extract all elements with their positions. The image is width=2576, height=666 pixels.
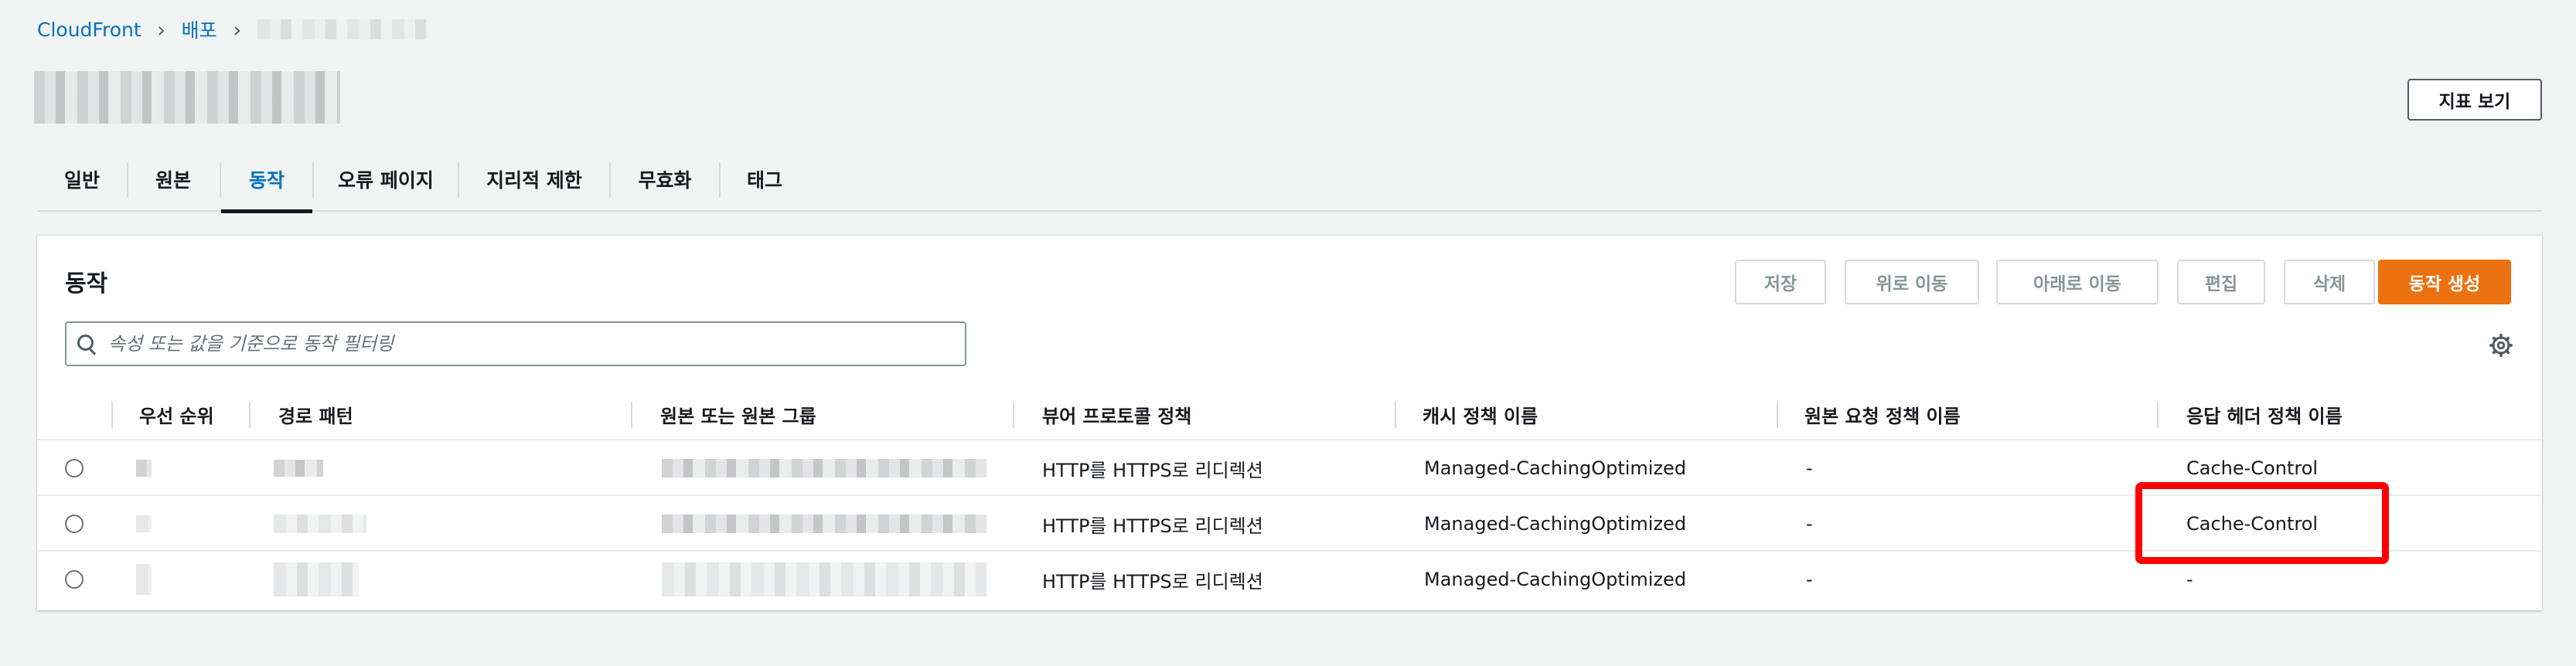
- viewer-protocol-cell: HTTP를 HTTPS로 리디렉션: [1042, 570, 1263, 593]
- table-row[interactable]: HTTP를 HTTPS로 리디렉션 Managed-CachingOptimiz…: [37, 552, 2542, 607]
- origin-cell-redacted: [662, 552, 986, 607]
- row-select-radio[interactable]: [65, 552, 83, 607]
- save-button[interactable]: 저장: [1735, 260, 1826, 304]
- column-divider: [249, 402, 250, 428]
- search-icon: [77, 335, 96, 353]
- breadcrumb-distributions-link[interactable]: 배포: [182, 15, 217, 43]
- cache-policy-cell: Managed-CachingOptimized: [1424, 513, 1687, 535]
- move-down-button[interactable]: 아래로 이동: [1996, 260, 2159, 304]
- column-header-priority[interactable]: 우선 순위: [139, 388, 214, 440]
- column-header-cache-policy[interactable]: 캐시 정책 이름: [1423, 388, 1538, 440]
- path-pattern-cell-redacted: [274, 552, 359, 607]
- breadcrumb-cloudfront-link[interactable]: CloudFront: [37, 19, 141, 41]
- response-headers-policy-cell: -: [2186, 569, 2193, 590]
- viewer-protocol-cell: HTTP를 HTTPS로 리디렉션: [1042, 459, 1263, 481]
- priority-cell-redacted: [136, 496, 152, 552]
- cache-policy-cell: Managed-CachingOptimized: [1424, 569, 1687, 590]
- column-header-response-headers-policy[interactable]: 응답 헤더 정책 이름: [2186, 388, 2343, 440]
- column-divider: [111, 402, 113, 428]
- column-divider: [1777, 402, 1778, 428]
- tab-behaviors[interactable]: 동작: [221, 147, 312, 213]
- column-header-origin-request-policy[interactable]: 원본 요청 정책 이름: [1804, 388, 1961, 440]
- tab-general[interactable]: 일반: [37, 147, 127, 212]
- path-pattern-cell-redacted: [274, 440, 323, 496]
- tab-geo-restrictions[interactable]: 지리적 제한: [459, 147, 609, 212]
- table-row[interactable]: HTTP를 HTTPS로 리디렉션 Managed-CachingOptimiz…: [37, 496, 2542, 552]
- origin-request-policy-cell: -: [1806, 569, 1813, 590]
- column-divider: [631, 402, 632, 428]
- cache-policy-cell: Managed-CachingOptimized: [1424, 457, 1687, 479]
- view-metrics-button[interactable]: 지표 보기: [2407, 79, 2542, 121]
- tab-tags[interactable]: 태그: [721, 147, 809, 212]
- settings-gear-icon[interactable]: [2489, 334, 2513, 357]
- response-headers-policy-cell: Cache-Control: [2186, 457, 2319, 479]
- origin-request-policy-cell: -: [1806, 457, 1813, 479]
- behavior-filter-input[interactable]: [108, 333, 943, 355]
- chevron-right-icon: ›: [233, 16, 242, 42]
- column-divider: [1013, 402, 1014, 428]
- origin-request-policy-cell: -: [1806, 513, 1813, 535]
- path-pattern-cell-redacted: [274, 496, 366, 552]
- breadcrumb-distribution-id-redacted: [257, 19, 428, 39]
- delete-button[interactable]: 삭제: [2284, 260, 2375, 304]
- origin-cell-redacted: [662, 440, 986, 496]
- behavior-filter: [65, 321, 966, 366]
- column-header-path-pattern[interactable]: 경로 패턴: [278, 388, 353, 440]
- panel-title: 동작: [65, 270, 108, 297]
- priority-cell-redacted: [136, 552, 152, 607]
- column-divider: [1395, 402, 1396, 428]
- column-divider: [2157, 402, 2159, 428]
- tab-origins[interactable]: 원본: [128, 147, 218, 212]
- tab-invalidations[interactable]: 무효화: [611, 147, 719, 212]
- row-select-radio[interactable]: [65, 440, 83, 496]
- create-behavior-button[interactable]: 동작 생성: [2378, 260, 2511, 304]
- response-headers-policy-cell: Cache-Control: [2186, 513, 2319, 535]
- page-title-redacted: [34, 71, 340, 124]
- behaviors-panel: 동작 저장 위로 이동 아래로 이동 편집 삭제 동작 생성 우선 순위 경로 …: [37, 235, 2542, 610]
- table-row[interactable]: HTTP를 HTTPS로 리디렉션 Managed-CachingOptimiz…: [37, 440, 2542, 496]
- tab-error-pages[interactable]: 오류 페이지: [314, 147, 458, 212]
- viewer-protocol-cell: HTTP를 HTTPS로 리디렉션: [1042, 515, 1263, 537]
- priority-cell-redacted: [136, 440, 152, 496]
- tab-bar: 일반 원본 동작 오류 페이지 지리적 제한 무효화 태그: [37, 147, 2542, 213]
- move-up-button[interactable]: 위로 이동: [1845, 260, 1979, 304]
- breadcrumb: CloudFront › 배포 ›: [37, 15, 428, 43]
- row-select-radio[interactable]: [65, 496, 83, 552]
- edit-button[interactable]: 편집: [2177, 260, 2265, 304]
- column-header-origin[interactable]: 원본 또는 원본 그룹: [660, 388, 816, 440]
- chevron-right-icon: ›: [157, 16, 166, 42]
- origin-cell-redacted: [662, 496, 986, 552]
- table-header: 우선 순위 경로 패턴 원본 또는 원본 그룹 뷰어 프로토콜 정책 캐시 정책…: [37, 388, 2542, 440]
- column-header-viewer-protocol[interactable]: 뷰어 프로토콜 정책: [1042, 388, 1191, 440]
